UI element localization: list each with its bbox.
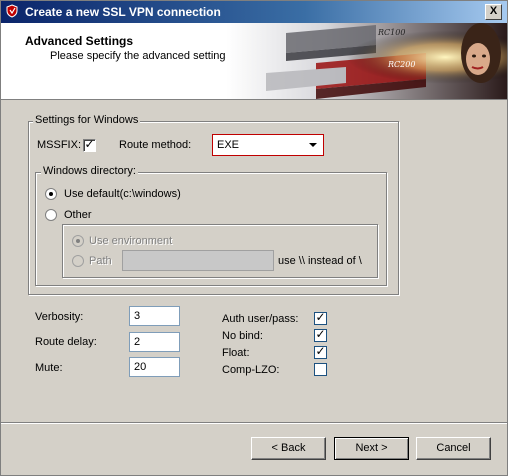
verbosity-input[interactable]: 3	[129, 306, 180, 326]
cancel-button[interactable]: Cancel	[416, 437, 491, 460]
chevron-down-icon[interactable]	[305, 137, 321, 153]
mssfix-check-icon: ✓	[84, 137, 95, 151]
mssfix-label: MSSFIX:	[37, 139, 82, 151]
mute-input[interactable]: 20	[129, 357, 180, 377]
other-radio[interactable]	[45, 209, 57, 221]
float-checkbox[interactable]: ✓	[314, 344, 327, 359]
auth-user-pass-checkbox[interactable]: ✓	[314, 310, 327, 325]
back-button[interactable]: < Back	[251, 437, 326, 460]
nobind-check-icon: ✓	[315, 327, 326, 341]
radio-selected-dot-disabled	[76, 239, 80, 243]
banner-rc100-text: RC100	[377, 28, 405, 37]
route-delay-label: Route delay:	[35, 336, 97, 348]
dialog-window: Create a new SSL VPN connection X Advanc…	[0, 0, 508, 476]
banner-rc200-text: RC200	[387, 60, 415, 69]
page-title: Advanced Settings	[25, 34, 134, 48]
use-default-radio[interactable]	[45, 188, 57, 200]
app-shield-icon	[6, 4, 18, 18]
windows-directory-label: Windows directory:	[41, 165, 138, 177]
other-label[interactable]: Other	[64, 209, 92, 221]
float-check-icon: ✓	[315, 344, 326, 358]
page-subtitle: Please specify the advanced settings.	[50, 50, 235, 62]
route-method-label: Route method:	[119, 139, 192, 151]
path-input[interactable]	[122, 250, 274, 271]
header-banner: Advanced Settings Please specify the adv…	[1, 23, 507, 100]
use-default-label[interactable]: Use default(c:\windows)	[64, 188, 181, 200]
path-label: Path	[89, 255, 112, 267]
windows-settings-group-label: Settings for Windows	[33, 114, 141, 126]
mute-label: Mute:	[35, 362, 63, 374]
no-bind-label: No bind:	[222, 330, 263, 342]
auth-check-icon: ✓	[315, 310, 326, 324]
title-bar[interactable]: Create a new SSL VPN connection X	[1, 1, 507, 23]
float-label: Float:	[222, 347, 250, 359]
footer-separator-highlight	[1, 423, 507, 424]
comp-lzo-checkbox[interactable]	[314, 363, 327, 376]
comp-lzo-label: Comp-LZO:	[222, 364, 280, 376]
route-method-value: EXE	[217, 139, 240, 151]
radio-selected-dot	[49, 192, 53, 196]
close-button[interactable]: X	[485, 4, 502, 20]
path-hint: use \\ instead of \	[278, 255, 362, 267]
route-method-select[interactable]: EXE	[212, 134, 324, 156]
banner-product-image: RC100 RC200	[226, 23, 507, 99]
window-title: Create a new SSL VPN connection	[25, 5, 221, 19]
use-environment-label: Use environment	[89, 235, 173, 247]
verbosity-label: Verbosity:	[35, 311, 84, 323]
auth-user-pass-label: Auth user/pass:	[222, 313, 299, 325]
no-bind-checkbox[interactable]: ✓	[314, 327, 327, 342]
mssfix-checkbox[interactable]: ✓	[83, 137, 96, 152]
use-environment-radio[interactable]	[72, 235, 84, 247]
route-delay-input[interactable]: 2	[129, 332, 180, 352]
path-radio[interactable]	[72, 255, 84, 267]
next-button[interactable]: Next >	[334, 437, 409, 460]
close-icon: X	[489, 5, 498, 17]
